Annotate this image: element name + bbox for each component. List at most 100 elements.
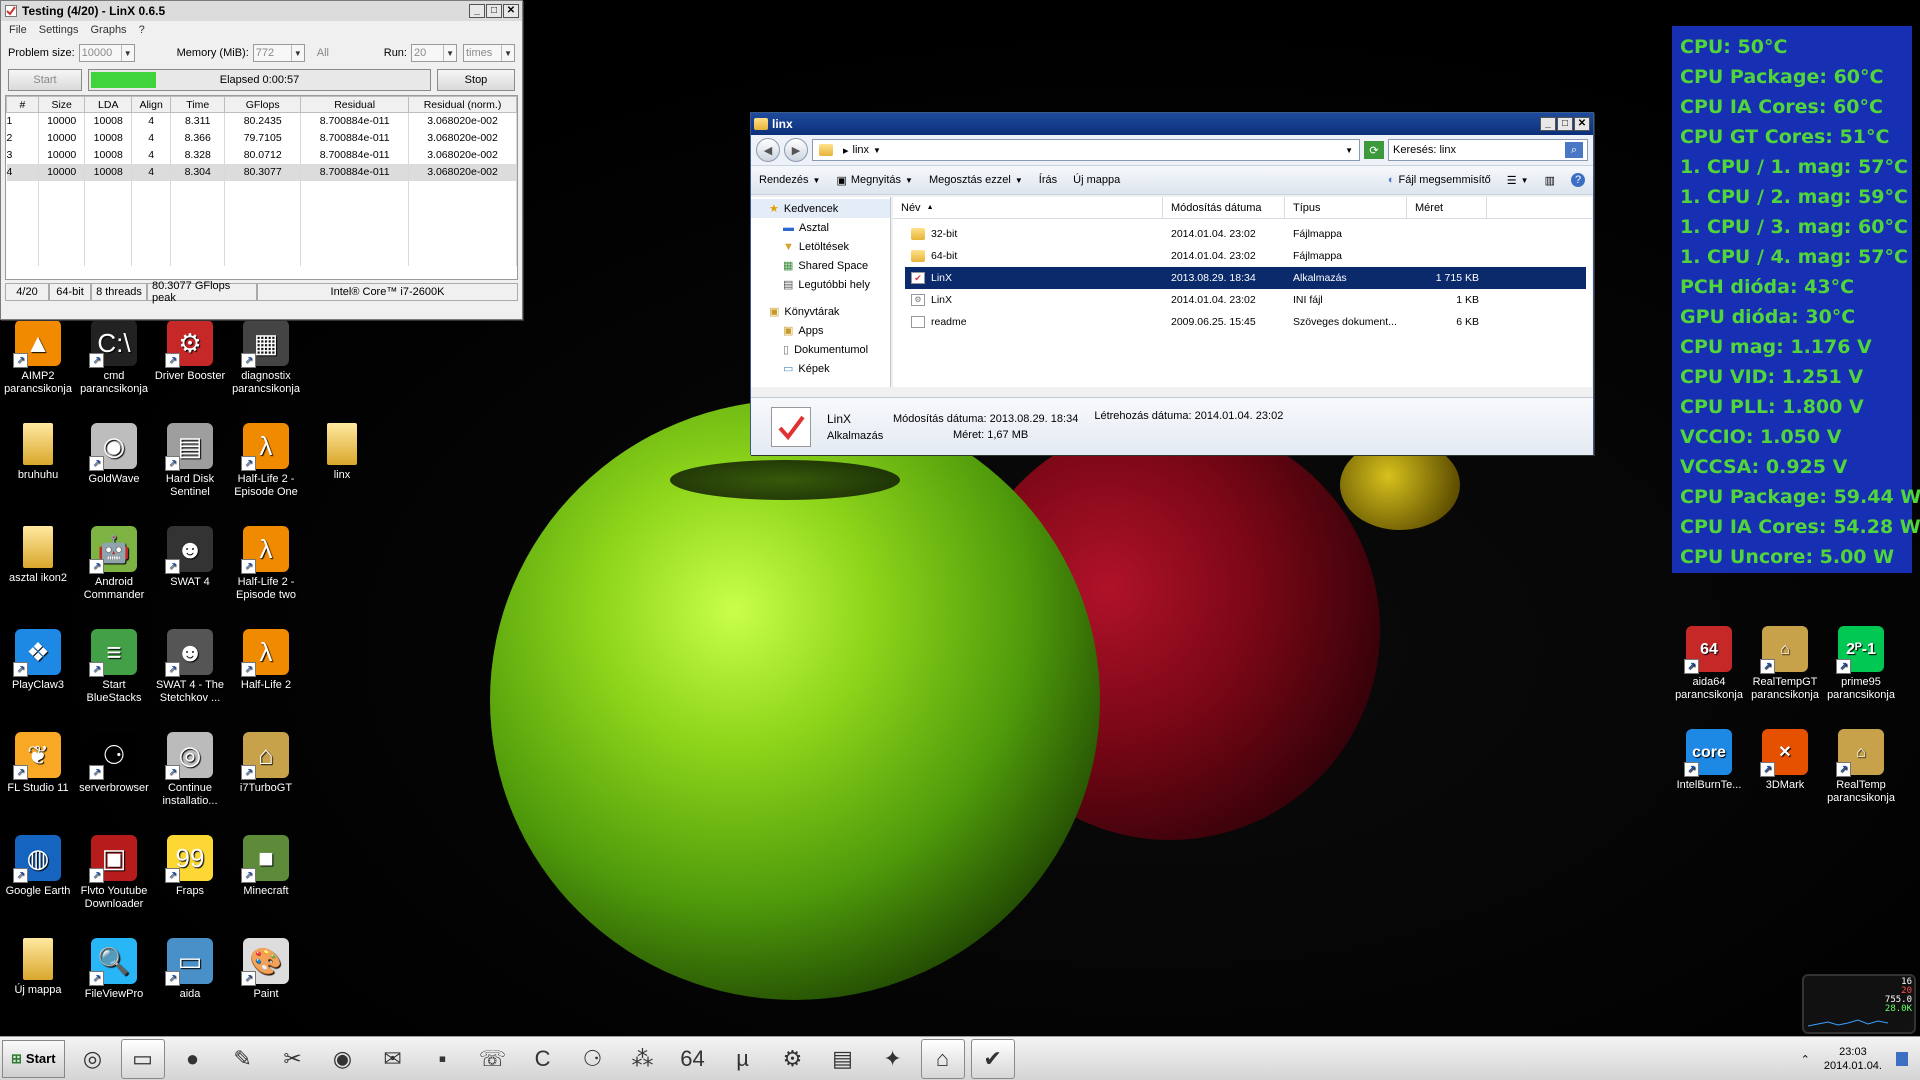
all-checkbox-label[interactable]: All	[317, 47, 329, 59]
file-row[interactable]: 32-bit 2014.01.04. 23:02 Fájlmappa	[905, 223, 1586, 245]
column-header[interactable]: Residual	[300, 96, 410, 113]
file-row[interactable]: ✔ LinX 2013.08.29. 18:34 Alkalmazás 1 715 KB	[905, 267, 1586, 289]
desktop-icon[interactable]: ❖ PlayClaw3	[0, 629, 76, 692]
network-map-icon[interactable]: ⁂	[621, 1039, 665, 1079]
organize-button[interactable]: Rendezés ▼	[759, 174, 820, 186]
stop-button[interactable]: Stop	[437, 69, 515, 91]
network-monitor-gadget[interactable]: 16 20 755.0 28.0K	[1802, 974, 1916, 1034]
column-type[interactable]: Típus	[1285, 197, 1407, 218]
nav-recent-places[interactable]: ▤ Legutóbbi hely	[751, 275, 890, 294]
desktop-icon[interactable]: ◍ Google Earth	[0, 835, 76, 898]
desktop-icon[interactable]: 2ᴾ-1prime95 parancsikonja	[1823, 626, 1899, 702]
navigation-pane[interactable]: ★ Kedvencek ▬ Asztal ▼ Letöltések ▦ Shared S…	[751, 197, 891, 387]
start-button[interactable]: ⊞ Start	[2, 1039, 65, 1078]
table-row[interactable]: 3 10000 10008 4 8.328 80.0712 8.700884e-011 3.0…	[6, 146, 517, 164]
explorer-window[interactable]: linx _ □ ✕ ◀ ▶ ▸ linx ▼ ▼ ⟳ Keresés: lin…	[750, 112, 1594, 455]
tool-icon[interactable]: ✂	[271, 1039, 315, 1079]
desktop-icon[interactable]: ⌂RealTempGT parancsikonja	[1747, 626, 1823, 702]
explorer-icon[interactable]: ▭	[120, 1038, 165, 1079]
nav-libraries[interactable]: ▣ Könyvtárak	[751, 302, 890, 321]
table-row[interactable]: 4 10000 10008 4 8.304 80.3077 8.700884e-011 3.0…	[6, 163, 517, 181]
burn-button[interactable]: Írás	[1039, 174, 1057, 186]
desktop-icon[interactable]: λ Half-Life 2	[228, 629, 304, 692]
desktop-icon[interactable]: ≡Start BlueStacks	[76, 629, 152, 705]
forward-button[interactable]: ▶	[784, 138, 808, 162]
maximize-button[interactable]: □	[486, 4, 502, 18]
clock[interactable]: 23:03 2014.01.04.	[1824, 1045, 1882, 1073]
desktop-icon[interactable]: bruhuhu	[0, 423, 76, 482]
chrome-icon[interactable]: ◉	[321, 1039, 365, 1079]
driver-booster-icon[interactable]: ⚙	[771, 1039, 815, 1079]
column-header[interactable]: GFlops	[224, 96, 302, 113]
file-row[interactable]: 64-bit 2014.01.04. 23:02 Fájlmappa	[905, 245, 1586, 267]
column-header[interactable]: #	[6, 96, 39, 113]
search-input[interactable]: Keresés: linx ⌕	[1388, 139, 1588, 161]
desktop-icon[interactable]: C:\cmd parancsikonja	[76, 320, 152, 396]
close-button[interactable]: ✕	[503, 4, 519, 18]
memory-combo[interactable]: 772 ▼	[252, 44, 305, 62]
desktop-icon[interactable]: λHalf-Life 2 - Episode One	[228, 423, 304, 499]
aida64-icon[interactable]: 64	[671, 1039, 715, 1079]
steam-icon[interactable]: ⚆	[571, 1039, 615, 1079]
save-icon[interactable]: ▪	[421, 1039, 465, 1079]
nav-apps[interactable]: ▣ Apps	[751, 321, 890, 340]
ccleaner-icon[interactable]: C	[521, 1039, 565, 1079]
viber-icon[interactable]: ☏	[471, 1039, 515, 1079]
nav-favorites[interactable]: ★ Kedvencek	[751, 199, 890, 218]
nav-pictures[interactable]: ▭ Képek	[751, 359, 890, 378]
paint-icon[interactable]: ✎	[221, 1039, 265, 1079]
desktop-icon[interactable]: 99 Fraps	[152, 835, 228, 898]
view-options-button[interactable]: ☰ ▼	[1507, 174, 1529, 187]
address-bar[interactable]: ▸ linx ▼ ▼	[812, 139, 1360, 161]
menu-settings[interactable]: Settings	[39, 24, 79, 38]
column-name[interactable]: Név ▲	[893, 197, 1163, 218]
menu-graphs[interactable]: Graphs	[90, 24, 126, 38]
linx-icon[interactable]: ✔	[970, 1038, 1015, 1079]
preview-pane-button[interactable]: ▥	[1545, 174, 1555, 187]
desktop-icon[interactable]: ⚙ Driver Booster	[152, 320, 228, 383]
menu-help[interactable]: ?	[139, 24, 145, 38]
file-list[interactable]: Név ▲ Módosítás dátuma Típus Méret 32-bit…	[893, 197, 1592, 387]
back-button[interactable]: ◀	[756, 138, 780, 162]
nav-desktop[interactable]: ▬ Asztal	[751, 218, 890, 237]
desktop-icon[interactable]: ▭ aida	[152, 938, 228, 1001]
menu-file[interactable]: File	[9, 24, 27, 38]
file-row[interactable]: ⚙ LinX 2014.01.04. 23:02 INI fájl 1 KB	[905, 289, 1586, 311]
nav-downloads[interactable]: ▼ Letöltések	[751, 237, 890, 256]
file-row[interactable]: readme 2009.06.25. 15:45 Szöveges dokument…	[905, 311, 1586, 333]
desktop-icon[interactable]: asztal ikon2	[0, 526, 76, 585]
start-button[interactable]: Start	[8, 69, 82, 91]
desktop-icon[interactable]: ⌂RealTemp parancsikonja	[1823, 729, 1899, 805]
maximize-button[interactable]: □	[1557, 117, 1573, 131]
desktop-icon[interactable]: core IntelBurnTe...	[1671, 729, 1747, 792]
desktop-icon[interactable]: linx	[304, 423, 380, 482]
firefox-icon[interactable]: ●	[171, 1039, 215, 1079]
minimize-button[interactable]: _	[1540, 117, 1556, 131]
file-shredder-button[interactable]: ◐ Fájl megsemmisítő	[1388, 174, 1491, 186]
help-icon[interactable]: ?	[1571, 173, 1585, 187]
column-header[interactable]: Time	[170, 96, 226, 113]
utorrent-icon[interactable]: µ	[721, 1039, 765, 1079]
run-count-combo[interactable]: 20 ▼	[411, 44, 457, 62]
column-date[interactable]: Módosítás dátuma	[1163, 197, 1285, 218]
column-header[interactable]: Residual (norm.)	[408, 96, 517, 113]
mail-icon[interactable]: ✉	[371, 1039, 415, 1079]
results-table[interactable]: # Size LDA Align Time GFlops Residual Residual …	[5, 95, 518, 280]
desktop-icon[interactable]: ▲AIMP2 parancsikonja	[0, 320, 76, 396]
linx-titlebar[interactable]: Testing (4/20) - LinX 0.6.5 _ □ ✕	[1, 1, 522, 21]
linx-window[interactable]: Testing (4/20) - LinX 0.6.5 _ □ ✕ File S…	[0, 0, 523, 320]
address-dropdown-icon[interactable]: ▼	[1345, 146, 1353, 155]
explorer-titlebar[interactable]: linx _ □ ✕	[751, 113, 1593, 135]
nav-shared-space[interactable]: ▦ Shared Space	[751, 256, 890, 275]
open-button[interactable]: ▣ Megnyitás ▼	[836, 174, 912, 187]
refresh-icon[interactable]: ⟳	[1364, 141, 1384, 159]
problem-size-combo[interactable]: 10000 ▼	[78, 44, 135, 62]
tool2-icon[interactable]: ✦	[871, 1039, 915, 1079]
breadcrumb[interactable]: linx	[853, 144, 870, 156]
new-folder-button[interactable]: Új mappa	[1073, 174, 1120, 186]
share-button[interactable]: Megosztás ezzel ▼	[929, 174, 1023, 186]
network-icon[interactable]: ◎	[71, 1039, 115, 1079]
column-size[interactable]: Méret	[1407, 197, 1487, 218]
column-header[interactable]: LDA	[84, 96, 133, 113]
desktop-icon[interactable]: λHalf-Life 2 - Episode two	[228, 526, 304, 602]
